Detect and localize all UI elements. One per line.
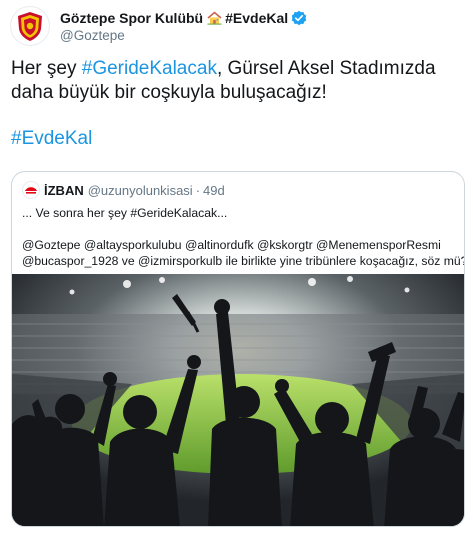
name-row: Göztepe Spor Kulübü #EvdeKal	[60, 9, 307, 27]
goztepe-crest-icon	[18, 12, 42, 41]
quoted-line-2: @Goztepe @altaysporkulubu @altinordufk @…	[22, 238, 441, 252]
verified-badge-icon	[291, 10, 307, 26]
avatar[interactable]	[10, 6, 50, 46]
izban-logo-icon	[22, 181, 40, 199]
quoted-line-3: @bucaspor_1928 ve @izmirsporkulb ile bir…	[22, 254, 465, 268]
quoted-tweet[interactable]: İZBAN @uzunyolunkisasi · 49d ... Ve sonr…	[11, 171, 465, 527]
tweet-text: Her şey #GerideKalacak, Gürsel Aksel Sta…	[11, 57, 463, 105]
hashtag-link[interactable]: #GerideKalacak	[82, 58, 217, 79]
stadium-photo-illustration	[12, 274, 464, 526]
quoted-tweet-text: ... Ve sonra her şey #GerideKalacak... @…	[22, 205, 465, 269]
quoted-display-name[interactable]: İZBAN	[44, 183, 84, 198]
quoted-tweet-header: İZBAN @uzunyolunkisasi · 49d	[22, 181, 225, 199]
quoted-line-1: ... Ve sonra her şey #GerideKalacak...	[22, 206, 228, 220]
hashtag-evdekal-link[interactable]: #EvdeKal	[11, 127, 92, 151]
house-emoji-icon	[207, 11, 222, 25]
tweet-text-start: Her şey	[11, 58, 82, 79]
account-names: Göztepe Spor Kulübü #EvdeKal @Goztepe	[60, 9, 307, 43]
display-name-suffix[interactable]: #EvdeKal	[225, 10, 288, 26]
quoted-handle[interactable]: @uzunyolunkisasi	[88, 183, 193, 198]
stadium-fans-photo[interactable]	[12, 274, 464, 526]
account-handle[interactable]: @Goztepe	[60, 28, 307, 43]
separator-dot: ·	[195, 182, 201, 198]
quoted-timestamp[interactable]: 49d	[203, 183, 225, 198]
tweet-header: Göztepe Spor Kulübü #EvdeKal @Goztepe	[10, 6, 307, 46]
tweet-card: Göztepe Spor Kulübü #EvdeKal @Goztepe He…	[0, 0, 473, 541]
display-name[interactable]: Göztepe Spor Kulübü	[60, 10, 203, 26]
